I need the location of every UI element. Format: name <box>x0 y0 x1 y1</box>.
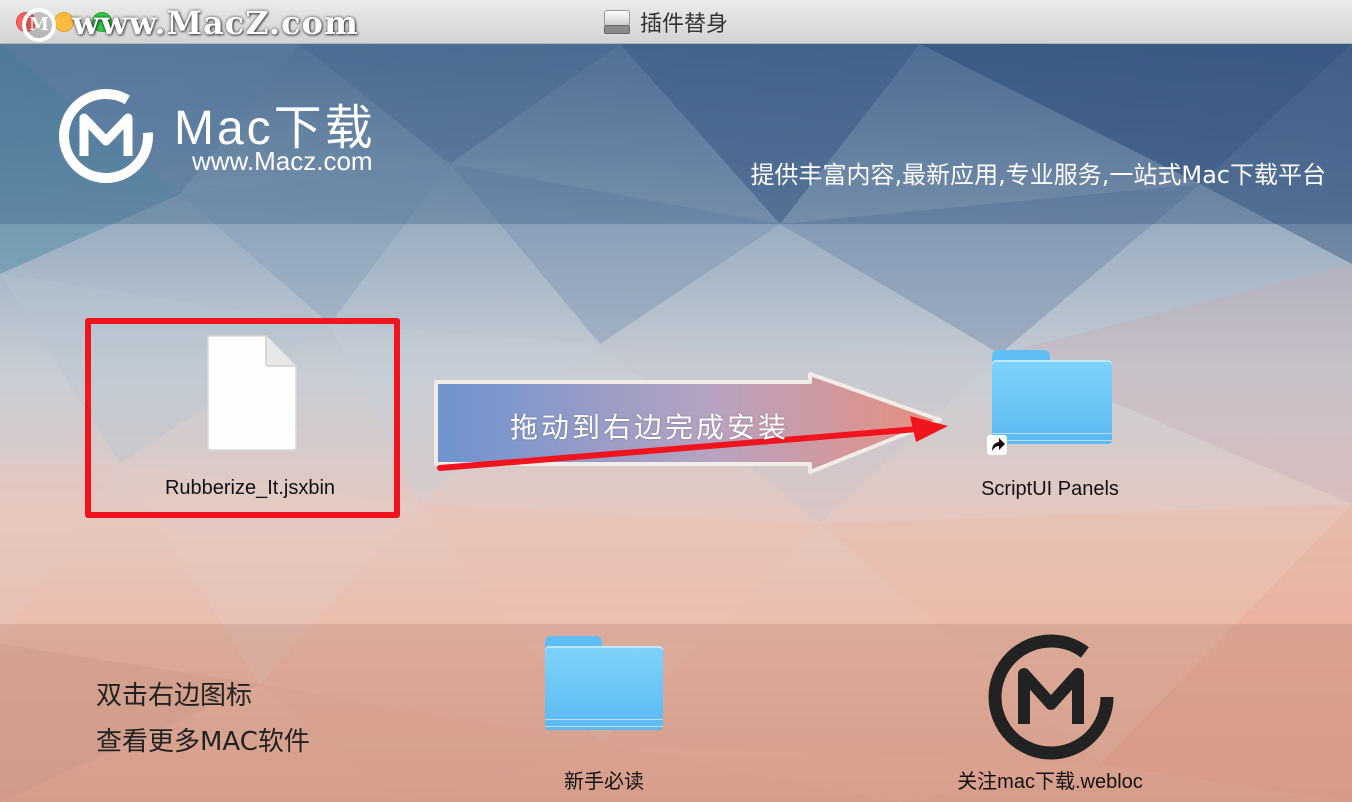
selection-highlight-box <box>85 318 400 518</box>
tagline: 提供丰富内容,最新应用,专业服务,一站式Mac下载平台 <box>750 161 1327 189</box>
watermark-text: www.MacZ.com <box>72 4 359 42</box>
macz-logo-icon <box>59 89 153 183</box>
window-title: 插件替身 <box>604 8 729 37</box>
alias-arrow-icon <box>987 435 1007 455</box>
window-title-text: 插件替身 <box>640 12 729 37</box>
readme-folder-icon[interactable] <box>545 636 663 730</box>
target-folder-label[interactable]: ScriptUI Panels <box>930 478 1170 501</box>
arrow-instruction: 拖动到右边完成安装 <box>510 411 790 444</box>
readme-label[interactable]: 新手必读 <box>504 765 704 794</box>
hint-line-1: 双击右边图标 <box>96 681 253 711</box>
disk-image-icon <box>604 10 630 34</box>
webloc-label[interactable]: 关注mac下载.webloc <box>900 765 1200 794</box>
hint-line-2: 查看更多MAC软件 <box>96 727 310 757</box>
title-bar: M www.MacZ.com 插件替身 <box>0 0 1352 44</box>
watermark-logo-icon: M <box>22 8 56 42</box>
minimize-button[interactable] <box>54 12 74 32</box>
macz-webloc-icon[interactable] <box>986 632 1116 762</box>
scriptui-panels-folder-icon[interactable] <box>992 350 1112 444</box>
brand-url: www.Macz.com <box>192 146 373 176</box>
